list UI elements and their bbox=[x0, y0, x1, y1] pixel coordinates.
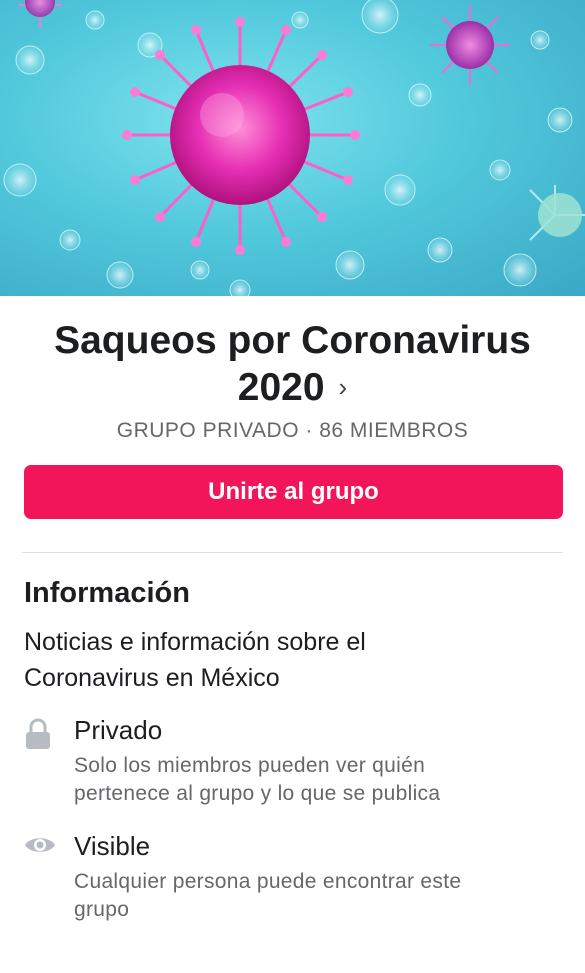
cover-photo bbox=[0, 0, 585, 296]
privacy-row: Privado Solo los miembros pueden ver qui… bbox=[24, 714, 563, 808]
info-section: Información Noticias e información sobre… bbox=[0, 577, 585, 924]
info-description: Noticias e información sobre el Coronavi… bbox=[24, 628, 366, 692]
privacy-title: Privado bbox=[74, 715, 163, 745]
visibility-title: Visible bbox=[74, 831, 151, 861]
privacy-subtitle: Solo los miembros pueden ver quién perte… bbox=[74, 754, 441, 805]
divider bbox=[22, 552, 563, 553]
join-group-button[interactable]: Unirte al grupo bbox=[24, 465, 563, 519]
chevron-right-icon[interactable]: › bbox=[339, 372, 348, 402]
eye-icon bbox=[24, 830, 74, 924]
group-meta: GRUPO PRIVADO · 86 MIEMBROS bbox=[116, 419, 469, 442]
group-title[interactable]: Saqueos por Coronavirus 2020 › bbox=[23, 318, 563, 411]
lock-icon bbox=[24, 714, 74, 808]
visibility-row: Visible Cualquier persona puede encontra… bbox=[24, 830, 563, 924]
group-header: Saqueos por Coronavirus 2020 › GRUPO PRIV… bbox=[0, 296, 585, 443]
visibility-subtitle: Cualquier persona puede encontrar este g… bbox=[74, 870, 462, 921]
group-title-text[interactable]: Saqueos por Coronavirus 2020 bbox=[54, 319, 531, 409]
coronavirus-illustration bbox=[3, 0, 585, 296]
info-heading: Información bbox=[24, 577, 190, 609]
